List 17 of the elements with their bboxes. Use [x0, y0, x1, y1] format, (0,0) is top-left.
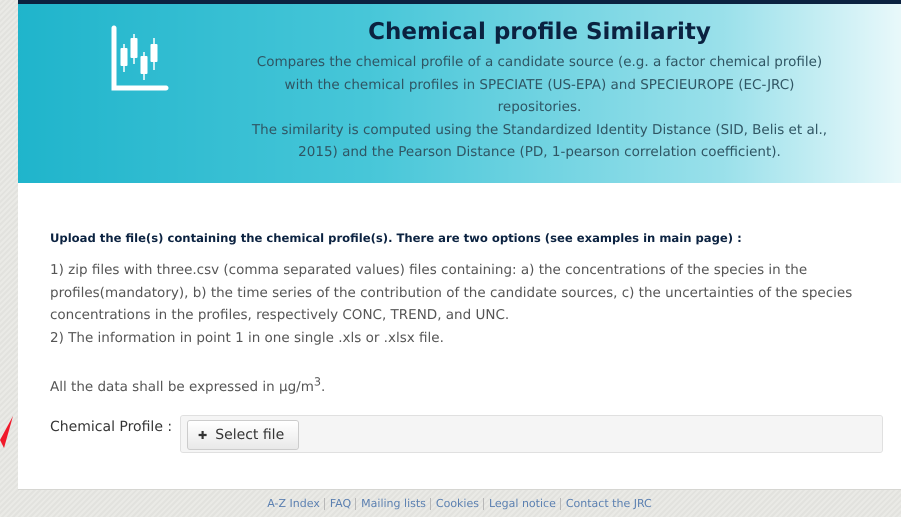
option-text: 1) zip files with three.csv (comma separated values) files containing: a) the concentrations of the species in the profiles(mandatory), b) the time series of the contribution of the candidate sources, c) the uncertainties of the species concentrations in the profiles, respectively CONC, TREND, and UNC.: [50, 261, 854, 325]
description-text: Compares the chemical profile of a candidate source (e.g. a factor chemical profile) with the chemical profiles in SPECIATE (US-EPA) and SPECIEUROPE (EC-JRC) repositories.: [256, 53, 824, 117]
footer-link[interactable]: A-Z Index: [267, 498, 320, 510]
upload-heading: Upload the file(s) containing the chemical profile(s). There are two options (see examples in main page) :: [50, 231, 743, 245]
description-text: The similarity is computed using the Standardized Identity Distance (SID, Belis et al., 2015) and the Pearson Distance (PD, 1-pearson correlation coefficient).: [250, 120, 828, 162]
candlestick-chart-icon: [110, 24, 170, 92]
footer-link[interactable]: Cookies: [430, 498, 479, 510]
footer-link[interactable]: FAQ: [324, 498, 352, 510]
field-label: Chemical Profile :: [50, 418, 174, 435]
units-note: All the data shall be expressed in µg/m$^{3}$.: [50, 374, 326, 396]
footer-link[interactable]: Contact the JRC: [560, 498, 652, 510]
file-input-field[interactable]: ✚ Select file: [180, 415, 883, 453]
footer-link[interactable]: Legal notice: [482, 498, 556, 510]
select-file-button[interactable]: ✚ Select file: [187, 420, 300, 450]
page-title: Chemical profile Similarity: [368, 19, 711, 45]
footer-link[interactable]: Mailing lists: [355, 498, 426, 510]
option-text: 2) The information in point 1 in one single .xls or .xlsx file.: [50, 328, 445, 348]
